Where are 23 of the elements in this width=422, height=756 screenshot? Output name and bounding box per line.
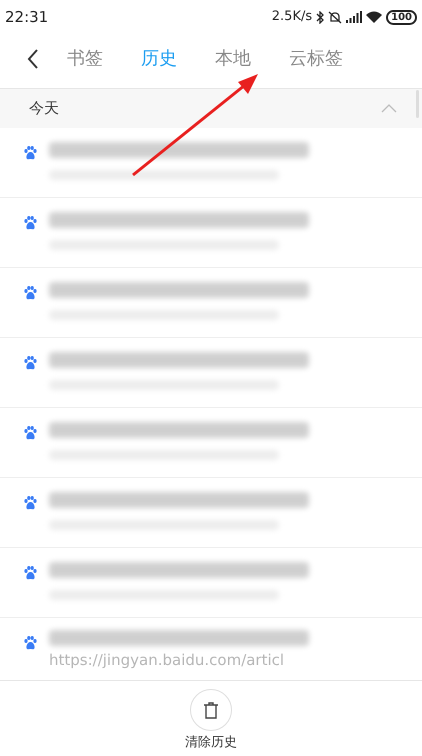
url-text: https://jingyan.baidu.com/articl — [49, 653, 286, 667]
tab[interactable]: 本地 — [215, 49, 251, 69]
paw-icon — [24, 496, 37, 510]
paw-icon — [24, 216, 37, 230]
muted-bell-icon — [328, 10, 342, 24]
tab[interactable]: 历史 — [141, 49, 177, 69]
bluetooth-icon — [316, 10, 324, 24]
battery-level: 100 — [386, 10, 417, 24]
paw-icon — [24, 146, 37, 160]
paw-icon — [24, 426, 37, 440]
paw-icon — [24, 566, 37, 580]
section-header[interactable]: 今天 — [0, 88, 422, 128]
tab[interactable]: 云标签 — [289, 49, 343, 69]
wifi-icon — [366, 11, 382, 23]
back-icon[interactable] — [27, 49, 39, 69]
trash-icon — [203, 702, 219, 718]
tab[interactable]: 书签 — [67, 49, 103, 69]
paw-icon — [24, 356, 37, 370]
status-time: 22:31 — [5, 6, 48, 28]
paw-icon — [24, 286, 37, 300]
signal-icon — [346, 11, 362, 23]
network-speed: 2.5K/s — [272, 8, 312, 26]
paw-icon — [24, 636, 37, 650]
